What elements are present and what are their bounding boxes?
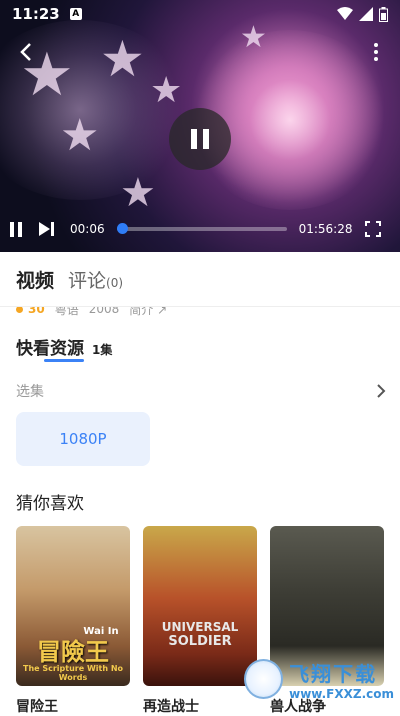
star-decoration: ★ — [120, 170, 156, 216]
player-bottom-controls: 00:06 01:56:28 — [0, 212, 400, 246]
more-dot — [374, 50, 378, 54]
chevron-right-icon — [377, 384, 386, 398]
total-time: 01:56:28 — [298, 222, 353, 236]
poster-title: 冒險王 — [37, 638, 109, 666]
back-button[interactable] — [12, 38, 40, 66]
app-notification-icon: A — [69, 8, 82, 20]
pause-bar — [18, 221, 22, 237]
pause-bar — [10, 221, 14, 237]
source-episode-count: 1集 — [92, 343, 113, 357]
more-dot — [374, 57, 378, 61]
more-options-button[interactable] — [366, 38, 386, 66]
star-decoration: ★ — [60, 110, 100, 161]
source-active-indicator — [44, 359, 84, 362]
wifi-icon — [337, 7, 353, 20]
poster-image: UNIVERSAL SOLDIER — [143, 526, 257, 686]
pause-bar — [191, 129, 197, 149]
recommend-title: 猜你喜欢 — [16, 494, 84, 514]
current-time: 00:06 — [70, 222, 105, 236]
tab-comments-label: 评论 — [68, 269, 107, 292]
watermark-url: www.FXXZ.com — [289, 686, 394, 701]
back-arrow-icon — [20, 43, 31, 61]
fullscreen-icon[interactable] — [364, 221, 381, 237]
progress-thumb[interactable] — [116, 223, 128, 234]
recommend-name: 再造战士 — [143, 699, 199, 715]
player-top-controls — [0, 32, 400, 72]
recommend-item[interactable]: 冒險王 Wai In The Scripture With No Words 冒… — [16, 526, 130, 716]
pause-bar — [203, 129, 209, 149]
progress-bar[interactable] — [116, 223, 287, 234]
pause-button[interactable] — [10, 221, 22, 237]
watermark: 飞翔下载 www.FXXZ.com — [244, 655, 394, 703]
poster-title: UNIVERSAL — [161, 620, 239, 634]
comment-count: (0) — [106, 275, 124, 290]
status-time: 11:23 — [12, 5, 60, 23]
star-decoration: ★ — [150, 70, 183, 111]
watermark-title: 飞翔下载 — [289, 661, 378, 686]
content-tabs: 视频 评论(0) — [0, 252, 400, 307]
tab-video[interactable]: 视频 — [16, 266, 54, 293]
more-dot — [374, 43, 378, 47]
poster-subtitle: The Scripture With No Words — [22, 664, 124, 682]
episodes-row[interactable]: 选集 — [16, 380, 386, 402]
episode-chip[interactable]: 1080P — [16, 412, 150, 466]
signal-icon — [359, 7, 373, 21]
source-name: 快看资源 — [16, 339, 84, 359]
recommend-name: 冒险王 — [16, 699, 58, 715]
battery-icon — [379, 6, 388, 22]
status-bar: 11:23 A — [0, 0, 400, 28]
center-pause-button[interactable] — [169, 108, 231, 170]
recommend-item[interactable]: UNIVERSAL SOLDIER 再造战士 — [143, 526, 257, 716]
poster-image: 冒險王 Wai In The Scripture With No Words — [16, 526, 130, 686]
episodes-label: 选集 — [16, 384, 44, 400]
watermark-logo — [244, 659, 284, 699]
poster-en-title: Wai In — [83, 626, 119, 637]
source-header[interactable]: 快看资源 1集 — [16, 334, 112, 359]
tab-comments[interactable]: 评论(0) — [68, 266, 123, 293]
next-episode-icon[interactable] — [38, 221, 56, 237]
poster-subtitle: SOLDIER — [168, 634, 232, 649]
